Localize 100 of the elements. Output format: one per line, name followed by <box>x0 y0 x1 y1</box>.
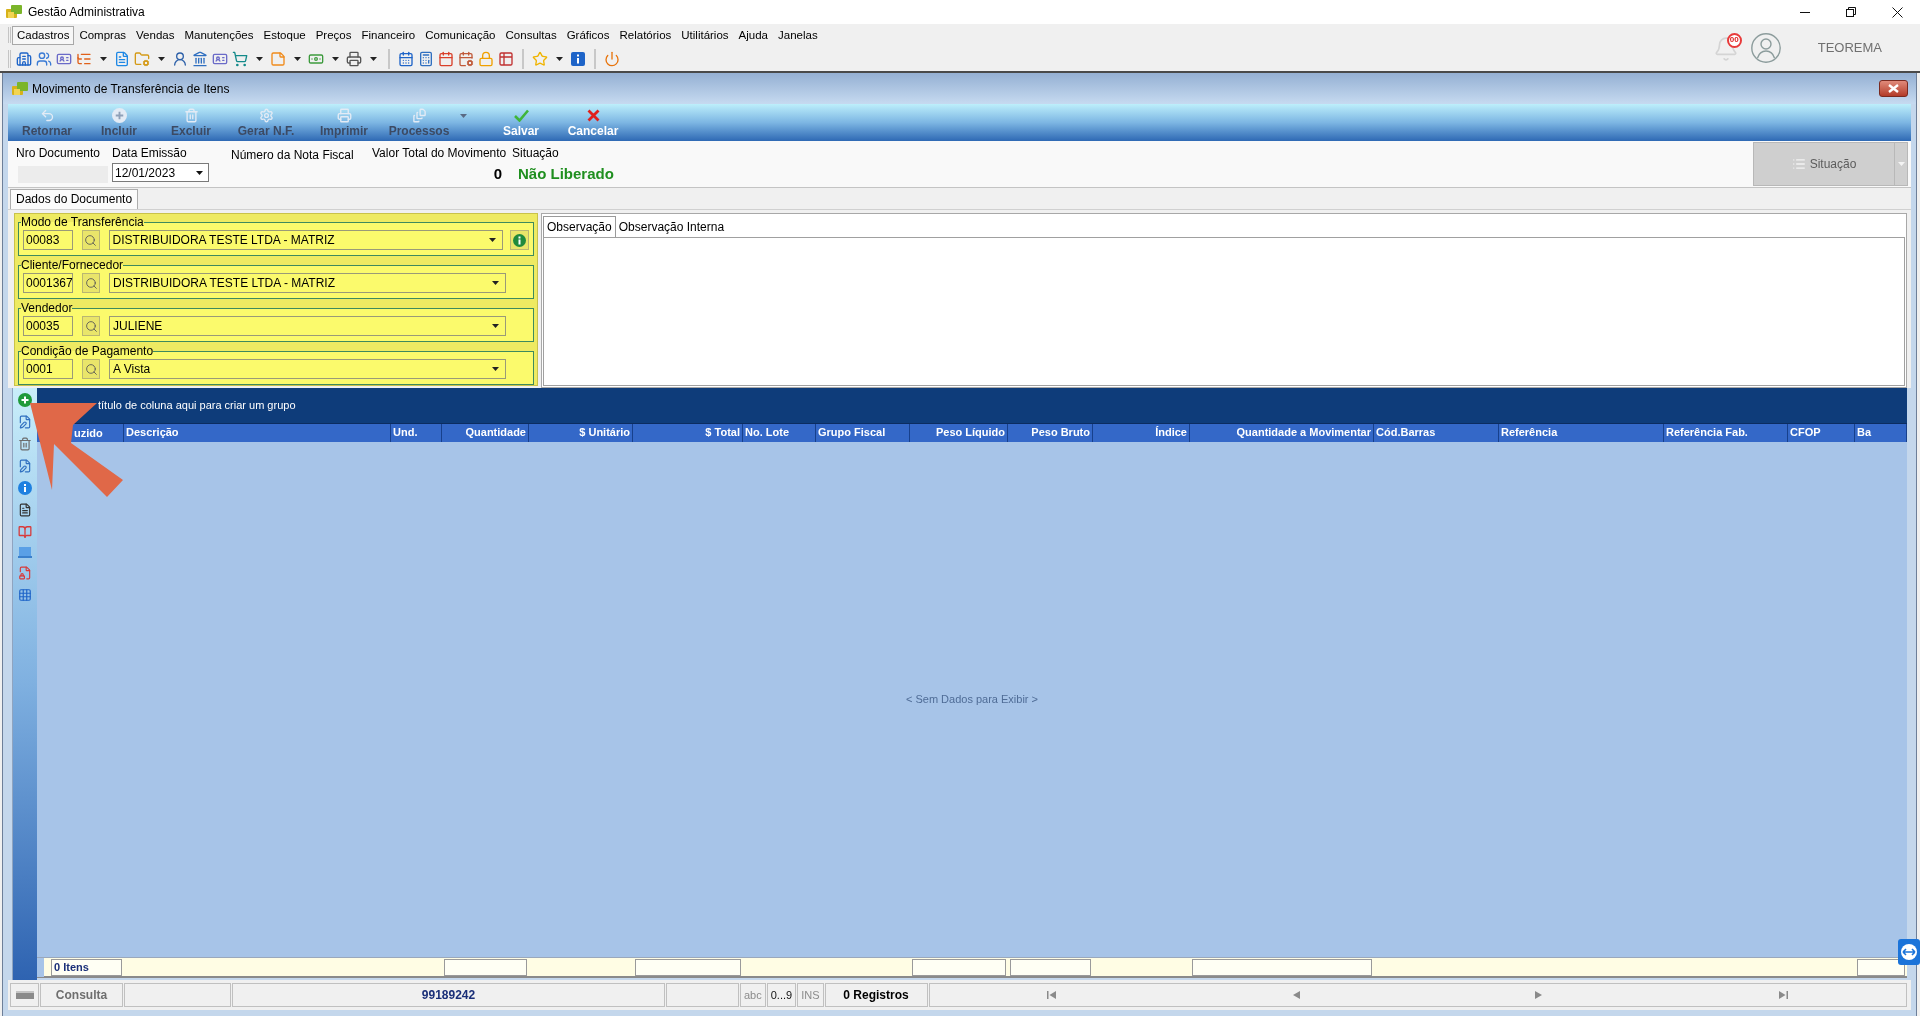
field-label: Valor Total do Movimento <box>372 146 508 160</box>
avatar-icon[interactable] <box>1750 32 1781 63</box>
menu-item[interactable]: Janelas <box>773 25 823 45</box>
status-mode: Consulta <box>40 983 123 1007</box>
menu-item[interactable]: Gráficos <box>561 25 615 45</box>
status-code: 99189242 <box>232 983 665 1007</box>
total-value: 0 <box>493 165 502 182</box>
table-icon[interactable] <box>498 50 514 67</box>
person-icon[interactable] <box>172 50 188 67</box>
trash-icon[interactable] <box>18 437 32 451</box>
user-name: TEOREMA <box>1817 38 1882 57</box>
status-indicator: INS <box>797 983 824 1007</box>
caret-icon[interactable] <box>157 56 165 61</box>
first-page-icon[interactable] <box>1047 991 1057 999</box>
menu-item[interactable]: Compras <box>74 25 132 45</box>
caret-icon[interactable] <box>331 56 339 61</box>
note-icon[interactable] <box>270 50 286 67</box>
record-count: 0 Registros <box>824 983 928 1007</box>
menu-item[interactable]: Cadastros <box>12 25 75 45</box>
key-icon[interactable] <box>15 991 34 999</box>
menu-item[interactable]: Relatórios <box>614 25 677 45</box>
tab[interactable]: Dados do Documento <box>10 189 139 209</box>
cart-icon[interactable] <box>232 50 248 67</box>
caret-icon[interactable] <box>492 367 499 371</box>
field-label: Nro Documento <box>16 146 102 160</box>
menu-item[interactable]: Vendas <box>131 25 180 45</box>
grid-icon[interactable] <box>18 588 32 602</box>
caret-icon[interactable] <box>293 56 301 61</box>
menu-item[interactable]: Ajuda <box>733 25 773 45</box>
code-field[interactable]: 00083 <box>23 230 73 250</box>
notification-badge: 00 <box>1726 32 1742 48</box>
caret-icon[interactable] <box>196 170 203 175</box>
dropdown-field[interactable]: A Vista <box>109 359 506 379</box>
code-field[interactable]: 0001 <box>23 359 73 379</box>
last-page-icon[interactable] <box>1779 991 1789 999</box>
group-legend: Modo de Transferência <box>21 216 144 228</box>
previous-icon[interactable] <box>1291 991 1301 999</box>
group-legend: Cliente/Fornecedor <box>21 259 124 271</box>
menu-item[interactable]: Estoque <box>258 25 311 45</box>
power-icon[interactable] <box>604 50 620 67</box>
window-title: Movimento de Transferência de Itens <box>32 80 230 98</box>
menu-item[interactable]: Manutenções <box>179 25 259 45</box>
check-icon[interactable] <box>513 109 529 122</box>
caret-icon[interactable] <box>489 238 497 242</box>
minimize-icon[interactable] <box>1800 11 1810 13</box>
dropdown-field[interactable]: DISTRIBUIDORA TESTE LTDA - MATRIZ <box>109 273 506 293</box>
plus-icon[interactable] <box>18 393 32 407</box>
status-indicator: 0...9 <box>766 983 797 1007</box>
caret-icon[interactable] <box>492 324 499 328</box>
book-icon[interactable] <box>18 525 32 539</box>
star-icon[interactable] <box>532 50 548 67</box>
column-header[interactable]: uzido <box>74 427 103 439</box>
dropdown-field[interactable]: JULIENE <box>109 316 506 336</box>
info-icon[interactable] <box>18 481 32 495</box>
document-pencil-icon[interactable] <box>18 459 32 473</box>
caret-icon[interactable] <box>369 56 377 61</box>
printer-icon[interactable] <box>346 50 362 67</box>
caret-icon[interactable] <box>492 281 499 285</box>
caret-icon[interactable] <box>99 56 107 61</box>
menu-item[interactable]: Utilitários <box>676 25 734 45</box>
menu-item[interactable]: Comunicação <box>420 25 501 45</box>
group-legend: Condição de Pagamento <box>21 345 154 357</box>
caret-icon[interactable] <box>555 56 563 61</box>
calendar-gear-icon[interactable] <box>458 50 474 67</box>
document-lock-icon[interactable] <box>18 566 32 580</box>
info-icon[interactable] <box>571 51 585 66</box>
calculator-icon[interactable] <box>418 50 434 67</box>
menu-item[interactable]: Financeiro <box>356 25 421 45</box>
dropdown-field[interactable]: DISTRIBUIDORA TESTE LTDA - MATRIZ <box>108 230 504 250</box>
folder-gear-icon[interactable] <box>134 50 150 67</box>
code-field[interactable]: 00035 <box>23 316 73 336</box>
document-pencil-icon[interactable] <box>18 415 32 429</box>
close-button[interactable] <box>1879 80 1908 97</box>
folders-icon <box>12 81 28 96</box>
field-label: Data Emissão <box>112 146 188 160</box>
tab[interactable]: Observação <box>543 216 616 237</box>
group-panel-hint: título de coluna aqui para criar um grupo <box>98 398 296 414</box>
restore-icon[interactable] <box>1846 7 1856 17</box>
status-indicator: abc <box>740 983 766 1007</box>
code-field[interactable]: 0001367 <box>23 273 73 293</box>
folders-icon <box>6 5 22 19</box>
menu-item[interactable]: Consultas <box>500 25 562 45</box>
buildings-icon[interactable] <box>16 50 32 67</box>
document-icon[interactable] <box>18 503 32 517</box>
bank-icon[interactable] <box>192 50 208 67</box>
caret-icon[interactable] <box>255 56 263 61</box>
empty-message: < Sem Dados para Exibir > <box>905 692 1039 708</box>
status-value: Não Liberado <box>518 165 614 182</box>
group-legend: Vendedor <box>21 302 73 314</box>
calendar-icon[interactable] <box>398 50 414 67</box>
people-icon[interactable] <box>36 50 52 67</box>
notes-field[interactable] <box>543 237 1905 386</box>
item-count: 0 Itens <box>51 958 122 976</box>
close-icon[interactable] <box>1891 6 1903 18</box>
summary-cell <box>1857 958 1905 976</box>
menu-item[interactable]: Preços <box>310 25 357 45</box>
date-field[interactable]: 12/01/2023 <box>112 163 209 182</box>
arrows-icon[interactable] <box>1898 939 1920 965</box>
screen-icon[interactable] <box>18 547 32 558</box>
calendar-icon[interactable] <box>438 50 454 67</box>
